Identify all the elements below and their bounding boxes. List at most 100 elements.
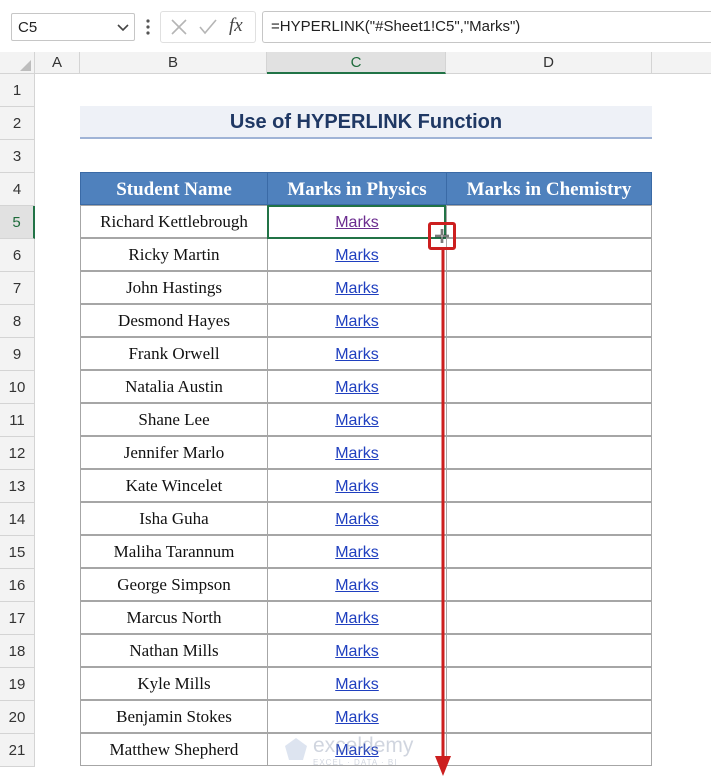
chemistry-marks-cell[interactable]: [446, 700, 652, 733]
row-header-3[interactable]: 3: [0, 140, 35, 173]
physics-marks-cell[interactable]: Marks: [267, 634, 447, 667]
student-name-cell[interactable]: Matthew Shepherd: [80, 733, 268, 766]
student-name-cell[interactable]: Isha Guha: [80, 502, 268, 535]
student-name-cell[interactable]: Shane Lee: [80, 403, 268, 436]
column-header-d[interactable]: D: [446, 52, 652, 74]
marks-hyperlink[interactable]: Marks: [335, 412, 379, 429]
student-name-cell[interactable]: Benjamin Stokes: [80, 700, 268, 733]
insert-function-icon[interactable]: fx: [229, 15, 243, 37]
select-all-corner[interactable]: [0, 52, 35, 74]
row-header-7[interactable]: 7: [0, 272, 35, 305]
student-name-cell[interactable]: John Hastings: [80, 271, 268, 304]
physics-marks-cell[interactable]: Marks: [267, 469, 447, 502]
marks-hyperlink[interactable]: Marks: [335, 313, 379, 330]
physics-marks-cell[interactable]: Marks: [267, 238, 447, 271]
physics-marks-cell[interactable]: Marks: [267, 700, 447, 733]
column-header-c[interactable]: C: [267, 52, 446, 74]
chemistry-marks-cell[interactable]: [446, 469, 652, 502]
row-header-5[interactable]: 5: [0, 206, 35, 239]
student-name-cell[interactable]: Ricky Martin: [80, 238, 268, 271]
row-header-9[interactable]: 9: [0, 338, 35, 371]
physics-marks-cell[interactable]: Marks: [267, 304, 447, 337]
chemistry-marks-cell[interactable]: [446, 304, 652, 337]
row-header-11[interactable]: 11: [0, 404, 35, 437]
chemistry-marks-cell[interactable]: [446, 601, 652, 634]
physics-marks-cell[interactable]: Marks: [267, 436, 447, 469]
marks-hyperlink[interactable]: Marks: [335, 676, 379, 693]
row-header-8[interactable]: 8: [0, 305, 35, 338]
chemistry-marks-cell[interactable]: [446, 436, 652, 469]
physics-marks-cell[interactable]: Marks: [267, 502, 447, 535]
more-options-icon[interactable]: [146, 19, 150, 35]
row-header-16[interactable]: 16: [0, 569, 35, 602]
row-header-6[interactable]: 6: [0, 239, 35, 272]
marks-hyperlink[interactable]: Marks: [335, 214, 379, 231]
row-header-21[interactable]: 21: [0, 734, 35, 767]
chemistry-marks-cell[interactable]: [446, 271, 652, 304]
row-header-10[interactable]: 10: [0, 371, 35, 404]
student-name-cell[interactable]: Kyle Mills: [80, 667, 268, 700]
marks-hyperlink[interactable]: Marks: [335, 577, 379, 594]
physics-marks-cell[interactable]: Marks: [267, 403, 447, 436]
fill-handle-crosshair-icon[interactable]: [434, 228, 450, 244]
formula-input[interactable]: =HYPERLINK("#Sheet1!C5","Marks"): [262, 11, 711, 43]
row-header-20[interactable]: 20: [0, 701, 35, 734]
chemistry-marks-cell[interactable]: [446, 370, 652, 403]
chemistry-marks-cell[interactable]: [446, 535, 652, 568]
row-header-13[interactable]: 13: [0, 470, 35, 503]
column-header-b[interactable]: B: [80, 52, 267, 74]
marks-hyperlink[interactable]: Marks: [335, 544, 379, 561]
row-header-19[interactable]: 19: [0, 668, 35, 701]
student-name-cell[interactable]: George Simpson: [80, 568, 268, 601]
student-name-cell[interactable]: Richard Kettlebrough: [80, 205, 268, 238]
chemistry-marks-cell[interactable]: [446, 238, 652, 271]
student-name-cell[interactable]: Marcus North: [80, 601, 268, 634]
column-header-a[interactable]: A: [35, 52, 80, 74]
student-name-cell[interactable]: Natalia Austin: [80, 370, 268, 403]
student-name-cell[interactable]: Desmond Hayes: [80, 304, 268, 337]
physics-marks-cell[interactable]: Marks: [267, 337, 447, 370]
cancel-icon[interactable]: [170, 18, 188, 36]
chevron-down-icon[interactable]: [116, 19, 130, 35]
chemistry-marks-cell[interactable]: [446, 403, 652, 436]
chemistry-marks-cell[interactable]: [446, 634, 652, 667]
name-box[interactable]: C5: [11, 13, 135, 41]
row-header-2[interactable]: 2: [0, 107, 35, 140]
chemistry-marks-cell[interactable]: [446, 667, 652, 700]
physics-marks-cell[interactable]: Marks: [267, 271, 447, 304]
enter-check-icon[interactable]: [198, 18, 218, 36]
physics-marks-cell[interactable]: Marks: [267, 370, 447, 403]
marks-hyperlink[interactable]: Marks: [335, 478, 379, 495]
row-header-14[interactable]: 14: [0, 503, 35, 536]
marks-hyperlink[interactable]: Marks: [335, 346, 379, 363]
physics-marks-cell[interactable]: Marks: [267, 568, 447, 601]
marks-hyperlink[interactable]: Marks: [335, 643, 379, 660]
marks-hyperlink[interactable]: Marks: [335, 610, 379, 627]
row-header-17[interactable]: 17: [0, 602, 35, 635]
marks-hyperlink[interactable]: Marks: [335, 511, 379, 528]
row-header-18[interactable]: 18: [0, 635, 35, 668]
chemistry-marks-cell[interactable]: [446, 733, 652, 766]
marks-hyperlink[interactable]: Marks: [335, 247, 379, 264]
row-header-1[interactable]: 1: [0, 74, 35, 107]
physics-marks-cell[interactable]: Marks: [267, 667, 447, 700]
chemistry-marks-cell[interactable]: [446, 568, 652, 601]
marks-hyperlink[interactable]: Marks: [335, 280, 379, 297]
column-header-e[interactable]: [652, 52, 711, 74]
physics-marks-cell[interactable]: Marks: [267, 535, 447, 568]
student-name-cell[interactable]: Nathan Mills: [80, 634, 268, 667]
row-header-4[interactable]: 4: [0, 173, 35, 206]
physics-marks-cell[interactable]: Marks: [267, 601, 447, 634]
marks-hyperlink[interactable]: Marks: [335, 445, 379, 462]
physics-marks-cell[interactable]: Marks: [267, 205, 447, 238]
chemistry-marks-cell[interactable]: [446, 502, 652, 535]
marks-hyperlink[interactable]: Marks: [335, 379, 379, 396]
chemistry-marks-cell[interactable]: [446, 337, 652, 370]
student-name-cell[interactable]: Maliha Tarannum: [80, 535, 268, 568]
student-name-cell[interactable]: Frank Orwell: [80, 337, 268, 370]
chemistry-marks-cell[interactable]: [446, 205, 652, 238]
marks-hyperlink[interactable]: Marks: [335, 709, 379, 726]
row-header-12[interactable]: 12: [0, 437, 35, 470]
row-header-15[interactable]: 15: [0, 536, 35, 569]
student-name-cell[interactable]: Jennifer Marlo: [80, 436, 268, 469]
